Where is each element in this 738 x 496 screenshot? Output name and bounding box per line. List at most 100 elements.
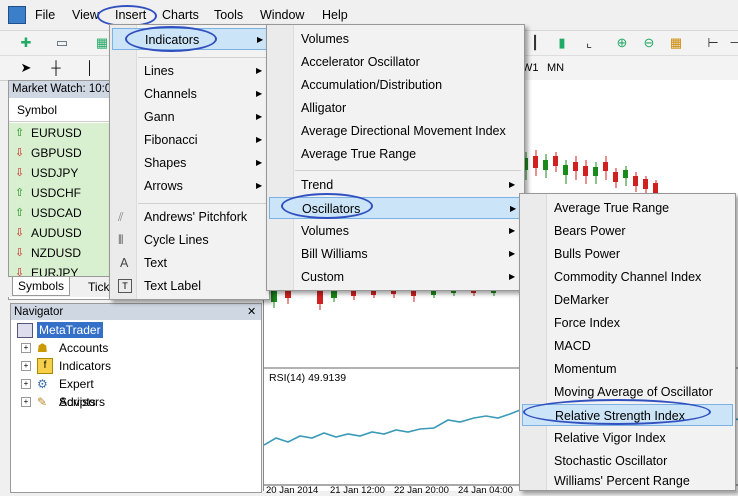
- insert-menu-fibonacci[interactable]: Fibonacci ▶: [112, 129, 267, 151]
- cursor-icon[interactable]: ➤: [18, 60, 34, 76]
- insert-menu-cycle-lines[interactable]: ⦀ Cycle Lines: [112, 229, 267, 251]
- symbol-name: EURUSD: [31, 126, 82, 140]
- indicators-submenu: Volumes Accelerator Oscillator Accumulat…: [266, 24, 525, 291]
- arrow-up-icon: ⇧: [15, 187, 25, 199]
- insert-menu-channels[interactable]: Channels ▶: [112, 83, 267, 105]
- expand-icon[interactable]: +: [21, 379, 31, 389]
- symbol-row-nzdusd[interactable]: ⇩ NZDUSD: [9, 243, 109, 264]
- indicators-icon: f: [37, 358, 53, 374]
- oscillator-atr[interactable]: Average True Range: [522, 197, 733, 219]
- submenu-arrow-icon: ▶: [510, 204, 517, 213]
- submenu-arrow-icon: ▶: [256, 158, 263, 167]
- expert-advisors-icon: ⚙: [37, 377, 48, 391]
- oscillator-momentum[interactable]: Momentum: [522, 358, 733, 380]
- arrow-down-icon: ⇩: [15, 147, 25, 159]
- bar-chart-icon[interactable]: ┃: [527, 35, 543, 51]
- oscillator-bulls-power[interactable]: Bulls Power: [522, 243, 733, 265]
- arrow-down-icon: ⇩: [15, 247, 25, 259]
- close-icon[interactable]: ✕: [247, 305, 256, 318]
- rsi-label: RSI(14) 49.9139: [269, 372, 347, 384]
- indicator-accelerator-oscillator[interactable]: Accelerator Oscillator: [269, 51, 522, 73]
- symbol-row-usdchf[interactable]: ⇧ USDCHF: [9, 183, 109, 204]
- scripts-icon: ✎: [37, 395, 48, 409]
- zoom-out-icon[interactable]: ⊖: [641, 35, 657, 51]
- menu-separator: [295, 170, 521, 171]
- app-logo-icon: [8, 6, 26, 24]
- oscillators-annotation-oval: [281, 193, 373, 219]
- insert-menu-text[interactable]: A Text: [112, 252, 267, 274]
- insert-menu-text-label[interactable]: T Text Label: [112, 275, 267, 297]
- menu-help[interactable]: Help: [322, 8, 348, 22]
- indicator-atr[interactable]: Average True Range: [269, 143, 522, 165]
- nav-root-label: MetaTrader: [37, 322, 103, 338]
- market-watch-icon[interactable]: ▦: [94, 35, 110, 51]
- oscillator-macd[interactable]: MACD: [522, 335, 733, 357]
- oscillator-demarker[interactable]: DeMarker: [522, 289, 733, 311]
- indicator-group-bill-williams[interactable]: Bill Williams ▶: [269, 243, 522, 265]
- zoom-in-icon[interactable]: ⊕: [614, 35, 630, 51]
- nav-item-label: Accounts: [59, 341, 109, 355]
- symbol-row-usdjpy[interactable]: ⇩ USDJPY: [9, 163, 109, 184]
- arrow-up-icon: ⇧: [15, 127, 25, 139]
- symbol-row-usdcad[interactable]: ⇧ USDCAD: [9, 203, 109, 224]
- symbol-row-gbpusd[interactable]: ⇩ GBPUSD: [9, 143, 109, 164]
- navigator-panel: Navigator ✕ MetaTrader + ☗ Accounts + f …: [10, 303, 262, 493]
- line-chart-icon[interactable]: ⌞: [581, 35, 597, 51]
- symbol-name: USDCAD: [31, 206, 82, 220]
- pitchfork-icon: ⫽: [118, 210, 124, 224]
- submenu-arrow-icon: ▶: [509, 226, 516, 235]
- nav-item-label: Scripts: [59, 395, 96, 409]
- crosshair-icon[interactable]: ┼: [48, 60, 64, 76]
- indicator-adx[interactable]: Average Directional Movement Index: [269, 120, 522, 142]
- insert-menu-arrows[interactable]: Arrows ▶: [112, 175, 267, 197]
- indicator-volumes[interactable]: Volumes: [269, 28, 522, 50]
- menu-tools[interactable]: Tools: [214, 8, 243, 22]
- symbol-name: GBPUSD: [31, 146, 82, 160]
- new-chart-icon[interactable]: ✚: [18, 35, 34, 51]
- oscillator-bears-power[interactable]: Bears Power: [522, 220, 733, 242]
- indicator-group-volumes[interactable]: Volumes ▶: [269, 220, 522, 242]
- menu-window[interactable]: Window: [260, 8, 304, 22]
- menu-charts[interactable]: Charts: [162, 8, 199, 22]
- tab-tick[interactable]: Tick: [88, 279, 110, 295]
- indicator-alligator[interactable]: Alligator: [269, 97, 522, 119]
- indicator-accumulation-distribution[interactable]: Accumulation/Distribution: [269, 74, 522, 96]
- insert-menu-andrews-pitchfork[interactable]: ⫽ Andrews' Pitchfork: [112, 206, 267, 228]
- submenu-arrow-icon: ▶: [256, 89, 263, 98]
- profiles-icon[interactable]: ▭: [54, 35, 70, 51]
- symbol-row-eurusd[interactable]: ⇧ EURUSD: [9, 123, 109, 144]
- insert-menu-gann[interactable]: Gann ▶: [112, 106, 267, 128]
- oscillator-stochastic[interactable]: Stochastic Oscillator: [522, 450, 733, 472]
- accounts-icon: ☗: [37, 341, 48, 355]
- arrow-down-icon: ⇩: [15, 167, 25, 179]
- insert-menu-lines[interactable]: Lines ▶: [112, 60, 267, 82]
- indicator-group-custom[interactable]: Custom ▶: [269, 266, 522, 288]
- indicator-group-trend[interactable]: Trend ▶: [269, 174, 522, 196]
- oscillator-rvi[interactable]: Relative Vigor Index: [522, 427, 733, 449]
- symbol-row-audusd[interactable]: ⇩ AUDUSD: [9, 223, 109, 244]
- insert-menu-shapes[interactable]: Shapes ▶: [112, 152, 267, 174]
- tile-windows-icon[interactable]: ▦: [668, 35, 684, 51]
- oscillator-force-index[interactable]: Force Index: [522, 312, 733, 334]
- oscillator-williams-percent-range[interactable]: Williams' Percent Range: [522, 473, 733, 489]
- submenu-arrow-icon: ▶: [256, 135, 263, 144]
- navigator-title: Navigator: [11, 304, 261, 320]
- chart-shift-icon[interactable]: ⊣: [727, 35, 738, 51]
- tab-symbols[interactable]: Symbols: [12, 277, 70, 296]
- submenu-arrow-icon: ▶: [509, 272, 516, 281]
- menu-separator: [138, 203, 266, 204]
- timeframe-mn[interactable]: MN: [547, 62, 564, 74]
- candlestick-icon[interactable]: ▮: [554, 35, 570, 51]
- menu-file[interactable]: File: [35, 8, 55, 22]
- auto-scroll-icon[interactable]: ⊢: [705, 35, 721, 51]
- metatrader-icon: [17, 323, 33, 338]
- insert-menu: Indicators ▶ Lines ▶ Channels ▶ Gann ▶ F…: [109, 24, 270, 300]
- cycle-lines-icon: ⦀: [118, 233, 124, 247]
- expand-icon[interactable]: +: [21, 361, 31, 371]
- expand-icon[interactable]: +: [21, 397, 31, 407]
- oscillator-cci[interactable]: Commodity Channel Index: [522, 266, 733, 288]
- expand-icon[interactable]: +: [21, 343, 31, 353]
- oscillators-submenu: Average True Range Bears Power Bulls Pow…: [519, 193, 736, 491]
- vertical-line-icon[interactable]: │: [82, 60, 98, 76]
- menu-view[interactable]: View: [72, 8, 99, 22]
